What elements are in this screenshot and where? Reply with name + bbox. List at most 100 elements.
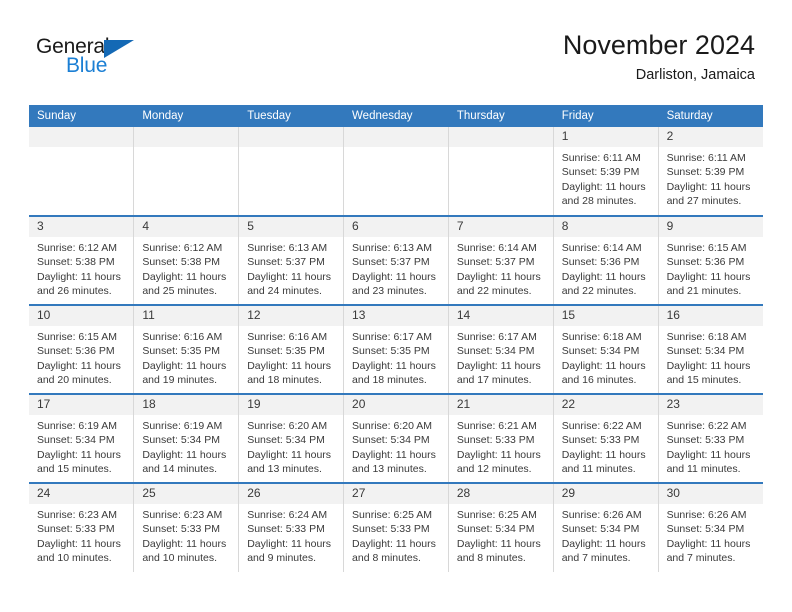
sunset-text: Sunset: 5:34 PM	[456, 345, 535, 358]
day-number: 1	[553, 127, 658, 148]
daylight-text: Daylight: 11 hours and 13 minutes.	[247, 448, 332, 475]
calendar-day-cell[interactable]: 7 Sunrise: 6:14 AM Sunset: 5:37 PM Daylight…	[448, 216, 554, 306]
calendar-day-cell[interactable]: 20 Sunrise: 6:20 AM Sunset: 5:34 PM Dayligh…	[343, 394, 449, 484]
sunrise-text: Sunrise: 6:26 AM	[561, 509, 642, 522]
day-number: 4	[134, 217, 239, 238]
day-details: Sunrise: 6:17 AM Sunset: 5:34 PM Daylight:…	[449, 326, 553, 387]
day-number	[134, 127, 239, 147]
day-details: Sunrise: 6:21 AM Sunset: 5:33 PM Daylight:…	[449, 415, 553, 476]
calendar-day-cell-empty	[448, 127, 554, 217]
sunset-text: Sunset: 5:33 PM	[666, 434, 745, 447]
sunset-text: Sunset: 5:37 PM	[456, 256, 535, 269]
day-number: 21	[448, 395, 553, 416]
sunrise-text: Sunrise: 6:20 AM	[352, 420, 432, 433]
day-number: 10	[29, 306, 134, 327]
calendar-day-cell[interactable]: 17 Sunrise: 6:19 AM Sunset: 5:34 PM Dayligh…	[29, 394, 135, 484]
sunrise-text: Sunrise: 6:17 AM	[352, 331, 432, 344]
calendar-day-cell[interactable]: 27 Sunrise: 6:25 AM Sunset: 5:33 PM Dayligh…	[343, 483, 449, 572]
calendar-day-cell[interactable]: 16 Sunrise: 6:18 AM Sunset: 5:34 PM Dayligh…	[658, 305, 763, 395]
daylight-text: Daylight: 11 hours and 8 minutes.	[456, 537, 541, 564]
daylight-text: Daylight: 11 hours and 7 minutes.	[561, 537, 646, 564]
day-details: Sunrise: 6:22 AM Sunset: 5:33 PM Daylight:…	[554, 415, 658, 476]
calendar-day-cell[interactable]: 22 Sunrise: 6:22 AM Sunset: 5:33 PM Dayligh…	[553, 394, 659, 484]
sunset-text: Sunset: 5:36 PM	[666, 256, 745, 269]
sunset-text: Sunset: 5:38 PM	[37, 256, 115, 269]
day-details: Sunrise: 6:17 AM Sunset: 5:35 PM Daylight:…	[344, 326, 448, 387]
day-details: Sunrise: 6:26 AM Sunset: 5:34 PM Daylight:…	[554, 504, 658, 565]
daylight-text: Daylight: 11 hours and 10 minutes.	[37, 537, 121, 564]
calendar-day-cell[interactable]: 15 Sunrise: 6:18 AM Sunset: 5:34 PM Dayligh…	[553, 305, 659, 395]
sunrise-text: Sunrise: 6:15 AM	[37, 331, 117, 344]
calendar-day-cell[interactable]: 29 Sunrise: 6:26 AM Sunset: 5:34 PM Dayligh…	[553, 483, 659, 572]
calendar-day-cell[interactable]: 25 Sunrise: 6:23 AM Sunset: 5:33 PM Dayligh…	[133, 483, 240, 572]
calendar-day-cell[interactable]: 19 Sunrise: 6:20 AM Sunset: 5:34 PM Dayligh…	[238, 394, 345, 484]
calendar-day-cell-empty	[343, 127, 449, 217]
day-number: 28	[448, 484, 553, 505]
sunrise-text: Sunrise: 6:11 AM	[666, 152, 746, 165]
calendar-week-row: 10 Sunrise: 6:15 AM Sunset: 5:36 PM Dayligh…	[29, 305, 763, 395]
daylight-text: Daylight: 11 hours and 10 minutes.	[142, 537, 227, 564]
calendar-day-cell[interactable]: 9 Sunrise: 6:15 AM Sunset: 5:36 PM Daylight…	[658, 216, 763, 306]
day-number: 17	[29, 395, 134, 416]
calendar-day-cell[interactable]: 10 Sunrise: 6:15 AM Sunset: 5:36 PM Dayligh…	[29, 305, 135, 395]
calendar-day-cell[interactable]: 14 Sunrise: 6:17 AM Sunset: 5:34 PM Dayligh…	[448, 305, 554, 395]
day-details: Sunrise: 6:18 AM Sunset: 5:34 PM Daylight:…	[554, 326, 658, 387]
sunrise-text: Sunrise: 6:19 AM	[142, 420, 223, 433]
calendar-day-cell-empty	[133, 127, 240, 217]
day-number: 22	[553, 395, 658, 416]
calendar-day-cell[interactable]: 26 Sunrise: 6:24 AM Sunset: 5:33 PM Dayligh…	[238, 483, 345, 572]
calendar-day-cell[interactable]: 11 Sunrise: 6:16 AM Sunset: 5:35 PM Dayligh…	[133, 305, 240, 395]
calendar-day-cell[interactable]: 30 Sunrise: 6:26 AM Sunset: 5:34 PM Dayligh…	[658, 483, 763, 572]
day-details: Sunrise: 6:23 AM Sunset: 5:33 PM Daylight:…	[29, 504, 133, 565]
calendar-day-cell[interactable]: 3 Sunrise: 6:12 AM Sunset: 5:38 PM Daylight…	[29, 216, 135, 306]
calendar-day-cell[interactable]: 8 Sunrise: 6:14 AM Sunset: 5:36 PM Daylight…	[553, 216, 659, 306]
calendar-day-cell[interactable]: 28 Sunrise: 6:25 AM Sunset: 5:34 PM Dayligh…	[448, 483, 554, 572]
day-number	[239, 127, 344, 147]
day-number: 6	[344, 217, 448, 238]
daylight-text: Daylight: 11 hours and 9 minutes.	[247, 537, 332, 564]
general-blue-logo[interactable]: General Blue	[36, 36, 156, 82]
day-details: Sunrise: 6:25 AM Sunset: 5:34 PM Daylight:…	[449, 504, 553, 565]
daylight-text: Daylight: 11 hours and 25 minutes.	[142, 270, 227, 297]
calendar-day-cell[interactable]: 1 Sunrise: 6:11 AM Sunset: 5:39 PM Daylight…	[553, 127, 659, 217]
sunrise-text: Sunrise: 6:22 AM	[561, 420, 642, 433]
sunset-text: Sunset: 5:33 PM	[142, 523, 220, 536]
daylight-text: Daylight: 11 hours and 15 minutes.	[37, 448, 121, 475]
daylight-text: Daylight: 11 hours and 23 minutes.	[352, 270, 436, 297]
day-details: Sunrise: 6:26 AM Sunset: 5:34 PM Daylight:…	[659, 504, 763, 565]
calendar-week-row: 1 Sunrise: 6:11 AM Sunset: 5:39 PM Daylight…	[29, 127, 763, 217]
calendar-day-cell[interactable]: 23 Sunrise: 6:22 AM Sunset: 5:33 PM Dayligh…	[658, 394, 763, 484]
calendar-day-cell[interactable]: 12 Sunrise: 6:16 AM Sunset: 5:35 PM Dayligh…	[238, 305, 345, 395]
sunset-text: Sunset: 5:36 PM	[37, 345, 115, 358]
daylight-text: Daylight: 11 hours and 11 minutes.	[666, 448, 751, 475]
sunrise-text: Sunrise: 6:14 AM	[561, 242, 642, 255]
day-details: Sunrise: 6:20 AM Sunset: 5:34 PM Daylight:…	[239, 415, 343, 476]
calendar-day-cell[interactable]: 18 Sunrise: 6:19 AM Sunset: 5:34 PM Dayligh…	[133, 394, 240, 484]
sunrise-text: Sunrise: 6:23 AM	[37, 509, 117, 522]
daylight-text: Daylight: 11 hours and 22 minutes.	[561, 270, 646, 297]
daylight-text: Daylight: 11 hours and 13 minutes.	[352, 448, 436, 475]
day-number: 7	[448, 217, 553, 238]
calendar-day-cell[interactable]: 5 Sunrise: 6:13 AM Sunset: 5:37 PM Daylight…	[238, 216, 345, 306]
sunset-text: Sunset: 5:33 PM	[247, 523, 325, 536]
calendar-body: 1 Sunrise: 6:11 AM Sunset: 5:39 PM Daylight…	[29, 127, 763, 572]
calendar-day-cell[interactable]: 6 Sunrise: 6:13 AM Sunset: 5:37 PM Daylight…	[343, 216, 449, 306]
sunset-text: Sunset: 5:34 PM	[142, 434, 220, 447]
daylight-text: Daylight: 11 hours and 16 minutes.	[561, 359, 646, 386]
calendar-week-row: 17 Sunrise: 6:19 AM Sunset: 5:34 PM Dayligh…	[29, 394, 763, 484]
sunset-text: Sunset: 5:37 PM	[352, 256, 430, 269]
day-number: 24	[29, 484, 134, 505]
calendar-day-cell[interactable]: 13 Sunrise: 6:17 AM Sunset: 5:35 PM Dayligh…	[343, 305, 449, 395]
daylight-text: Daylight: 11 hours and 20 minutes.	[37, 359, 121, 386]
calendar-day-cell[interactable]: 4 Sunrise: 6:12 AM Sunset: 5:38 PM Daylight…	[133, 216, 240, 306]
calendar-day-cell[interactable]: 21 Sunrise: 6:21 AM Sunset: 5:33 PM Dayligh…	[448, 394, 554, 484]
sunset-text: Sunset: 5:37 PM	[247, 256, 325, 269]
daylight-text: Daylight: 11 hours and 8 minutes.	[352, 537, 436, 564]
calendar-day-cell[interactable]: 2 Sunrise: 6:11 AM Sunset: 5:39 PM Daylight…	[658, 127, 763, 217]
day-number: 19	[239, 395, 344, 416]
day-details: Sunrise: 6:15 AM Sunset: 5:36 PM Daylight:…	[659, 237, 763, 298]
calendar-day-cell[interactable]: 24 Sunrise: 6:23 AM Sunset: 5:33 PM Dayligh…	[29, 483, 135, 572]
day-details: Sunrise: 6:19 AM Sunset: 5:34 PM Daylight:…	[134, 415, 238, 476]
sunset-text: Sunset: 5:34 PM	[666, 523, 745, 536]
day-number: 23	[658, 395, 763, 416]
